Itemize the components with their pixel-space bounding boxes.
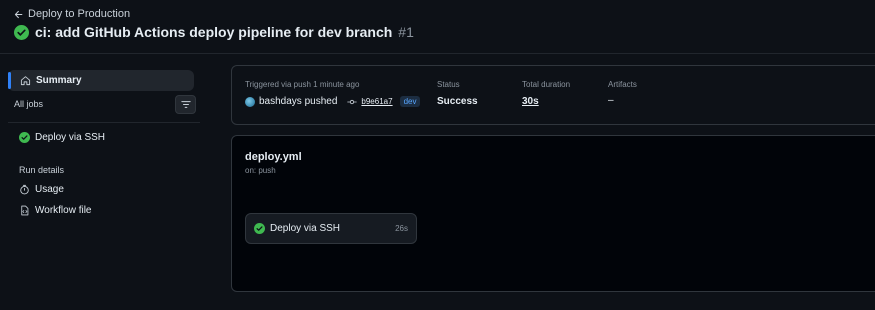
trigger-details: bashdays pushed b9e61a7 dev <box>245 96 421 107</box>
back-to-workflow-link[interactable]: Deploy to Production <box>14 8 130 20</box>
page-title: ci: add GitHub Actions deploy pipeline f… <box>35 24 393 40</box>
sidebar-item-label: Usage <box>35 184 64 195</box>
actor-text: bashdays pushed <box>259 96 338 107</box>
home-icon <box>20 76 31 86</box>
success-check-icon <box>14 24 29 40</box>
success-check-icon <box>254 223 265 234</box>
sidebar-item-label: Workflow file <box>35 205 92 216</box>
sidebar-job-deploy-via-ssh[interactable]: Deploy via SSH <box>19 132 105 143</box>
active-indicator <box>8 72 11 89</box>
success-check-icon <box>19 132 30 143</box>
sidebar-item-workflow-file[interactable]: Workflow file <box>19 205 92 216</box>
avatar[interactable] <box>245 96 255 107</box>
job-node-duration: 26s <box>395 224 408 233</box>
sidebar-divider <box>8 122 200 123</box>
all-jobs-heading: All jobs <box>14 99 44 109</box>
sidebar-item-usage[interactable]: Usage <box>19 184 64 195</box>
duration-value-link[interactable]: 30s <box>522 96 539 107</box>
stopwatch-icon <box>20 184 29 195</box>
sidebar-item-label: Summary <box>36 75 82 86</box>
back-link-label: Deploy to Production <box>28 8 131 20</box>
header-divider <box>0 53 875 54</box>
trigger-label: Triggered via push 1 minute ago <box>245 80 360 89</box>
job-node-deploy-via-ssh[interactable]: Deploy via SSH 26s <box>245 213 417 244</box>
job-label: Deploy via SSH <box>35 132 106 143</box>
artifacts-label: Artifacts <box>608 80 637 89</box>
filter-jobs-button[interactable] <box>175 95 196 114</box>
artifacts-value: – <box>608 95 614 106</box>
branch-badge[interactable]: dev <box>399 96 421 107</box>
status-label: Status <box>437 80 460 89</box>
run-details-heading: Run details <box>19 165 65 175</box>
workflow-file-name: deploy.yml <box>245 151 302 163</box>
job-node-label: Deploy via SSH <box>270 223 341 234</box>
sidebar-item-summary[interactable]: Summary <box>8 70 194 91</box>
run-title: ci: add GitHub Actions deploy pipeline f… <box>14 24 414 40</box>
arrow-left-icon <box>14 10 23 18</box>
filter-icon <box>180 101 191 108</box>
run-summary-card <box>231 65 875 125</box>
file-code-icon <box>21 205 29 216</box>
workflow-trigger: on: push <box>245 166 276 175</box>
commit-sha-link[interactable]: b9e61a7 <box>361 97 392 106</box>
duration-label: Total duration <box>522 80 571 89</box>
status-value: Success <box>437 96 478 107</box>
git-commit-icon <box>347 99 358 104</box>
run-number: #1 <box>398 24 414 40</box>
